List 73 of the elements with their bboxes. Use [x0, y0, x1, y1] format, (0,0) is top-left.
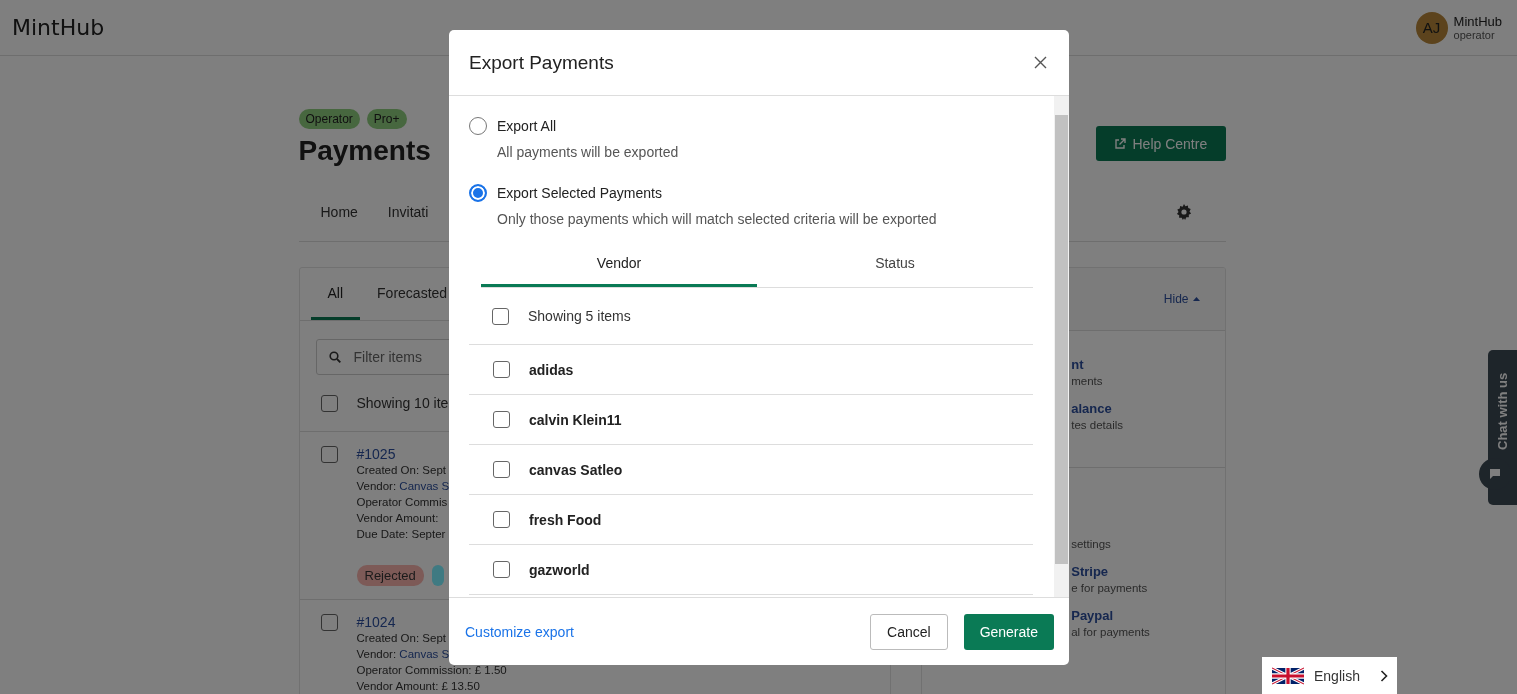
payment-link[interactable]: #1024: [356, 614, 396, 630]
generate-button[interactable]: Generate: [963, 613, 1054, 650]
payment-detail: Vendor Amount: £ 13.50: [356, 679, 480, 694]
avatar: AJ: [1415, 11, 1448, 44]
cancel-button[interactable]: Cancel: [870, 613, 948, 650]
checkbox[interactable]: [493, 561, 510, 578]
user-name: MintHub: [1453, 14, 1502, 29]
vendor-name: adidas: [529, 361, 574, 378]
tab[interactable]: Vendor: [481, 241, 757, 287]
hide-link[interactable]: Hide: [1163, 292, 1200, 306]
caret-up-icon: [1192, 297, 1200, 301]
language-selector[interactable]: English: [1262, 657, 1397, 694]
option-label: Export Selected Payments: [497, 185, 662, 201]
status-badge: Rejected: [356, 565, 424, 586]
checkbox[interactable]: [492, 307, 509, 325]
checkbox[interactable]: [493, 461, 510, 478]
payment-detail: Created On: Sept: [356, 463, 446, 478]
setting-description: al for payments: [1071, 626, 1151, 638]
settings-icon: [1175, 204, 1192, 220]
vendor-name: fresh Food: [529, 511, 602, 528]
option-description: All payments will be exported: [497, 144, 680, 160]
vendor-name: gazworld: [529, 561, 590, 578]
payment-detail: Vendor Amount:: [356, 511, 439, 526]
payment-detail: Operator Commis: [356, 495, 448, 510]
payment-detail: Vendor: Canvas S: [356, 479, 450, 494]
setting-description: ments: [1071, 375, 1104, 387]
vendor-link[interactable]: Canvas S: [399, 480, 450, 492]
payment-detail: Due Date: Septer: [356, 527, 446, 542]
scrollbar[interactable]: [1054, 96, 1069, 597]
setting-link[interactable]: nt: [1071, 357, 1225, 372]
customize-export-link[interactable]: Customize export: [465, 623, 574, 640]
radio-button[interactable]: [469, 184, 487, 202]
tab[interactable]: All: [310, 268, 361, 320]
close-icon: [1034, 56, 1047, 69]
select-all-label: Showing 10 ite: [356, 395, 449, 411]
setting-link[interactable]: alance: [1071, 401, 1225, 416]
option-description: Only those payments which will match selected criteria will be exported: [497, 211, 938, 227]
uk-flag-icon: [1272, 665, 1304, 686]
chat-icon: [1490, 469, 1500, 479]
external-link-icon: [1113, 137, 1126, 150]
payment-detail: Created On: Sept: [356, 631, 446, 646]
setting-description: settings: [1071, 538, 1112, 550]
setting-link[interactable]: Stripe: [1071, 564, 1225, 579]
setting-description: e for payments: [1071, 582, 1149, 594]
option-label: Export All: [497, 118, 557, 134]
page-title: Payments: [298, 135, 431, 167]
plan-badge: Pro+: [366, 109, 407, 129]
checkbox[interactable]: [320, 614, 338, 631]
user-role: operator: [1453, 29, 1496, 41]
vendor-name: canvas Satleo: [529, 461, 623, 478]
checkbox[interactable]: [320, 446, 338, 463]
vendor-link[interactable]: Canvas S: [399, 648, 450, 660]
payment-link[interactable]: #1025: [356, 446, 396, 462]
help-centre-button[interactable]: Help Centre: [1095, 126, 1226, 161]
nav-tab[interactable]: Invitati: [387, 204, 432, 220]
payment-detail: Operator Commission: £ 1.50: [356, 663, 507, 678]
dialog-title: Export Payments: [469, 51, 614, 74]
checkbox[interactable]: [493, 411, 510, 428]
setting-link[interactable]: Paypal: [1071, 608, 1225, 623]
app-logo: MintHub: [12, 15, 105, 40]
vendor-name: calvin Klein11: [529, 411, 622, 428]
radio-button[interactable]: [469, 117, 487, 135]
setting-description: tes details: [1071, 419, 1124, 431]
payment-detail: Vendor: Canvas S: [356, 647, 450, 662]
checkbox[interactable]: [493, 511, 510, 528]
close-button[interactable]: [1032, 54, 1049, 71]
chevron-right-icon: [1380, 669, 1388, 682]
plan-badge: Operator: [298, 109, 360, 129]
select-all-label: Showing 5 items: [528, 308, 631, 324]
nav-tab[interactable]: Home: [320, 204, 358, 220]
tab[interactable]: Status: [757, 241, 1033, 287]
checkbox[interactable]: [493, 361, 510, 378]
checkbox[interactable]: [320, 394, 338, 412]
